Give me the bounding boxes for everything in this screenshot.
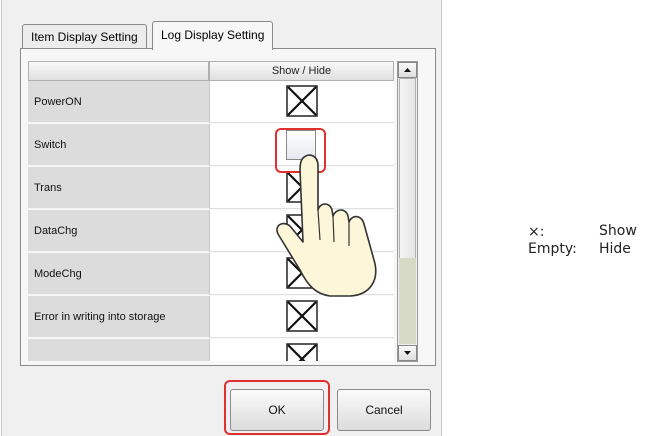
row-label: DataChg bbox=[28, 210, 209, 252]
scroll-up-icon[interactable] bbox=[398, 62, 417, 78]
row-label: Error in writing into storage bbox=[28, 296, 209, 338]
legend-show-symbol: ×: bbox=[528, 224, 545, 240]
table-row: PowerON bbox=[28, 81, 394, 124]
x-mark-icon[interactable] bbox=[286, 85, 318, 117]
hand-pointer-icon bbox=[276, 154, 377, 297]
row-label: Trans bbox=[28, 167, 209, 209]
legend-empty-symbol: Empty: bbox=[528, 241, 577, 257]
legend-empty-label: Hide bbox=[599, 241, 631, 257]
row-label: ModeChg bbox=[28, 253, 209, 295]
x-mark-icon[interactable] bbox=[286, 343, 318, 361]
table-row bbox=[28, 339, 394, 361]
tab-item-display-setting[interactable]: Item Display Setting bbox=[22, 24, 147, 49]
x-mark-icon[interactable] bbox=[286, 300, 318, 332]
row-label: Switch bbox=[28, 124, 209, 166]
show-hide-cell[interactable] bbox=[209, 81, 394, 123]
cancel-button[interactable]: Cancel bbox=[337, 389, 431, 431]
show-hide-cell[interactable] bbox=[209, 339, 394, 361]
scroll-down-icon[interactable] bbox=[398, 345, 417, 361]
legend-show-label: Show bbox=[599, 223, 637, 239]
show-hide-cell[interactable] bbox=[209, 296, 394, 338]
row-label: PowerON bbox=[28, 81, 209, 123]
tab-log-display-setting[interactable]: Log Display Setting bbox=[152, 21, 274, 50]
row-label bbox=[28, 339, 209, 361]
table-header-name bbox=[28, 61, 209, 81]
table-row: Error in writing into storage bbox=[28, 296, 394, 339]
ok-button[interactable]: OK bbox=[230, 389, 324, 431]
table-header-show-hide: Show / Hide bbox=[209, 61, 394, 81]
